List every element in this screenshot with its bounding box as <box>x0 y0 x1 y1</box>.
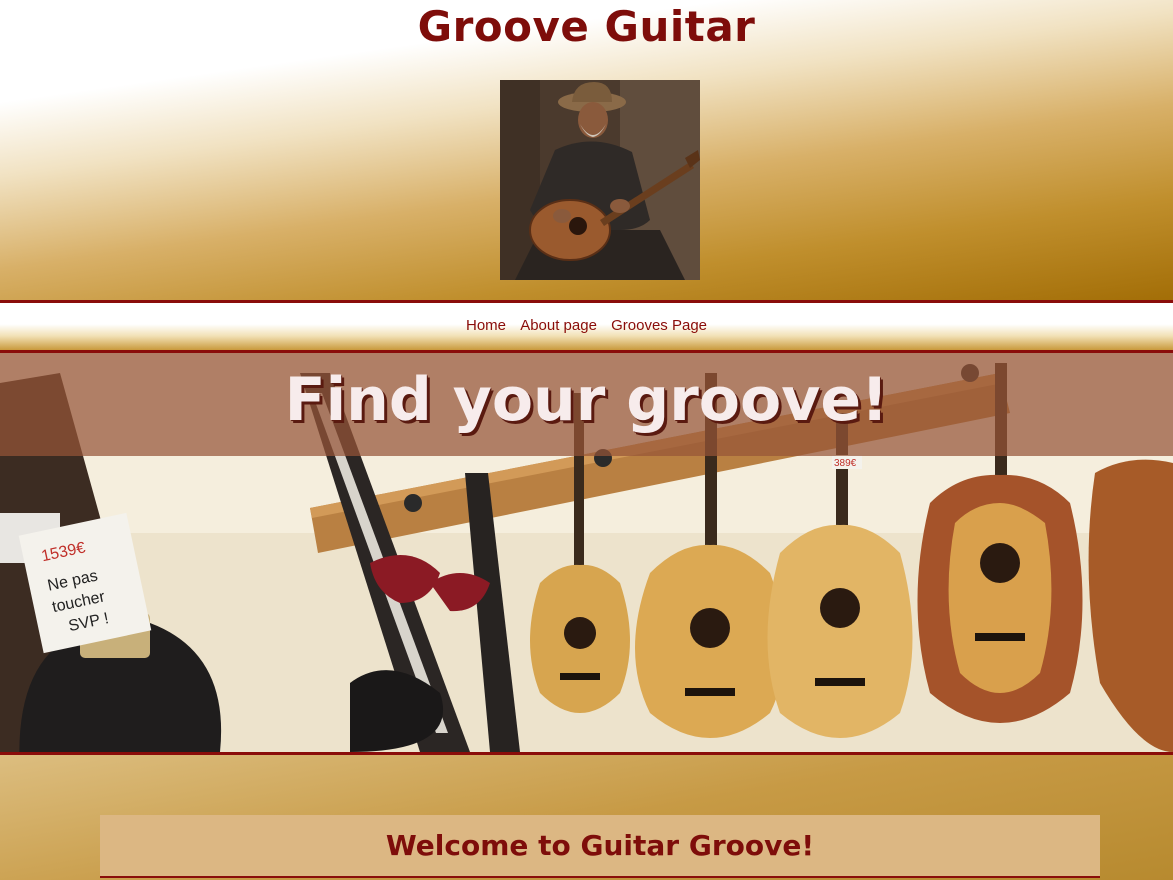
nav-link-about[interactable]: About page <box>520 317 597 334</box>
main-nav: Home About page Grooves Page <box>0 303 1173 350</box>
welcome-heading: Welcome to Guitar Groove! <box>385 829 815 862</box>
site-header: Groove Guitar <box>0 0 1173 300</box>
nav-link-grooves[interactable]: Grooves Page <box>611 317 707 334</box>
welcome-section: Welcome to Guitar Groove! <box>100 815 1100 878</box>
nav-link-home[interactable]: Home <box>466 317 506 334</box>
hero-banner: Find your groove! <box>0 353 1173 456</box>
site-title: Groove Guitar <box>417 2 756 51</box>
nav-links: Home About page Grooves Page <box>0 317 1173 334</box>
hero-divider <box>0 752 1173 755</box>
guitarist-painting <box>500 80 700 280</box>
hero-heading: Find your groove! <box>284 365 889 435</box>
hero-section: 1539€ Ne pas toucher SVP ! 389€ Find you… <box>0 353 1173 752</box>
small-price-tag: 389€ <box>834 458 857 469</box>
